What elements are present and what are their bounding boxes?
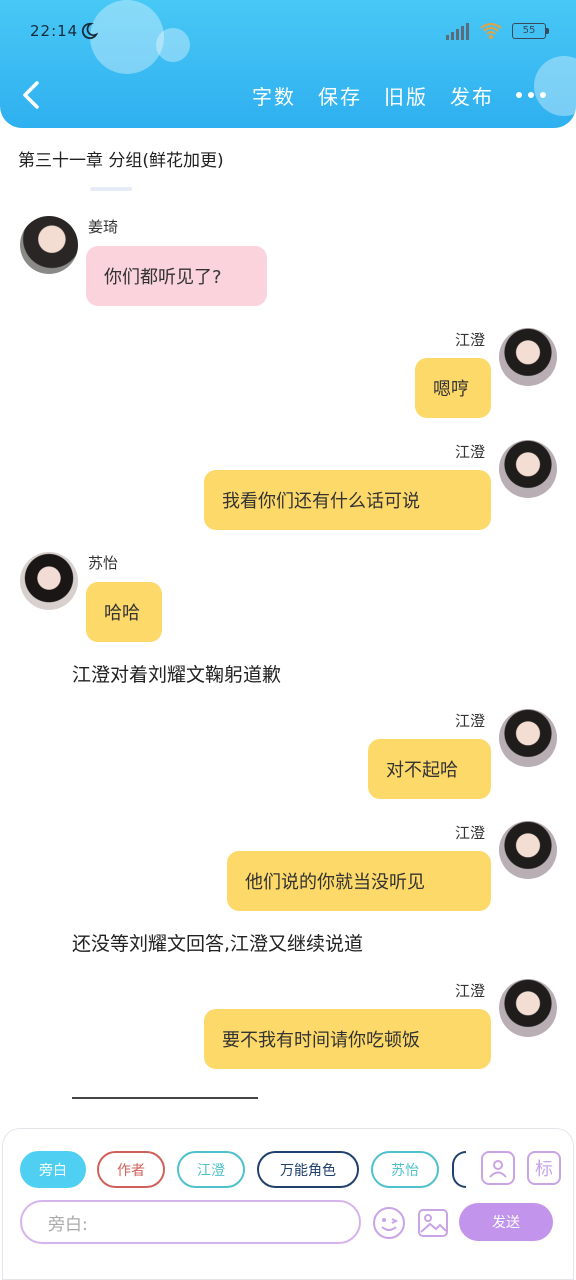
moon-icon — [81, 22, 98, 40]
word-count-button[interactable]: 字数 — [252, 81, 296, 110]
message-bubble[interactable]: 我看你们还有什么话可说 — [204, 470, 491, 530]
app-header: 22:14 55 字数 保存 旧版 发布 — [0, 0, 576, 128]
old-version-button[interactable]: 旧版 — [384, 81, 428, 110]
avatar[interactable] — [499, 440, 557, 498]
message-sender: 江澄 — [455, 824, 486, 842]
image-icon[interactable] — [416, 1206, 450, 1240]
save-button[interactable]: 保存 — [318, 81, 362, 110]
status-icons: 55 — [446, 22, 549, 40]
editor-toolbar: 字数 保存 旧版 发布 — [252, 80, 546, 110]
narration-text[interactable]: 江澄对着刘耀文鞠躬道歉 — [72, 660, 281, 687]
message-bubble[interactable]: 你们都听见了? — [86, 246, 267, 306]
chapter-title[interactable]: 第三十一章 分组(鲜花加更) — [18, 146, 224, 171]
battery-icon: 55 — [512, 23, 549, 39]
avatar[interactable] — [20, 552, 78, 610]
signal-icon — [446, 22, 470, 40]
dash-divider — [72, 1097, 258, 1099]
back-arrow-icon[interactable] — [20, 80, 42, 110]
message-sender: 苏怡 — [88, 554, 119, 572]
role-chip-jiangcheng[interactable]: 江澄 — [177, 1151, 245, 1188]
message-bubble[interactable]: 要不我有时间请你吃顿饭 — [204, 1009, 491, 1069]
decor-circle — [156, 28, 190, 62]
send-button[interactable]: 发送 — [459, 1203, 553, 1241]
status-time: 22:14 — [30, 22, 79, 40]
message-sender: 姜琦 — [88, 218, 119, 236]
emoji-icon[interactable] — [372, 1206, 406, 1240]
role-chip-suyi[interactable]: 苏怡 — [371, 1151, 439, 1188]
message-bubble[interactable]: 嗯哼 — [415, 358, 491, 418]
message-sender: 江澄 — [455, 443, 486, 461]
avatar[interactable] — [499, 709, 557, 767]
person-card-icon[interactable] — [481, 1151, 515, 1185]
role-chip-narrator[interactable]: 旁白 — [20, 1151, 86, 1188]
message-bubble[interactable]: 他们说的你就当没听见 — [227, 851, 491, 911]
avatar[interactable] — [499, 821, 557, 879]
role-chip-partial[interactable] — [452, 1151, 466, 1188]
avatar[interactable] — [20, 216, 78, 274]
publish-button[interactable]: 发布 — [450, 81, 494, 110]
narration-text[interactable]: 还没等刘耀文回答,江澄又继续说道 — [72, 929, 363, 956]
person-icon — [489, 1160, 507, 1178]
message-sender: 江澄 — [455, 712, 486, 730]
message-input[interactable]: 旁白: — [20, 1200, 361, 1244]
message-bubble[interactable]: 对不起哈 — [368, 739, 491, 799]
avatar[interactable] — [499, 328, 557, 386]
message-sender: 江澄 — [455, 982, 486, 1000]
title-divider — [90, 187, 132, 191]
more-icon[interactable] — [516, 80, 546, 110]
avatar[interactable] — [499, 979, 557, 1037]
message-sender: 江澄 — [455, 331, 486, 349]
wifi-icon — [480, 23, 502, 39]
role-chip-author[interactable]: 作者 — [97, 1151, 165, 1188]
message-bubble[interactable]: 哈哈 — [86, 582, 162, 642]
tag-button[interactable]: 标 — [527, 1151, 561, 1185]
decor-circle — [90, 0, 164, 74]
role-chip-universal[interactable]: 万能角色 — [257, 1151, 359, 1188]
